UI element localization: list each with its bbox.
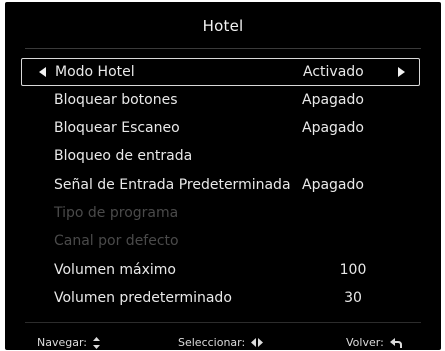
menu-item-label: Bloquear botones [54,92,178,108]
return-arrow-icon [389,337,402,348]
menu-item-program-type: Tipo de programa [21,199,420,227]
footer-divider [25,322,421,323]
menu-item-lock-scan[interactable]: Bloquear Escaneo Apagado [21,114,420,142]
menu-item-lock-buttons[interactable]: Bloquear botones Apagado [21,86,420,114]
footer-back-label: Volver: [346,336,384,349]
footer-hint-navigate: Navegar: [37,336,101,349]
menu-item-value: Apagado [302,177,364,193]
footer-hint-back: Volver: [346,336,402,349]
menu-item-value: 100 [339,262,367,278]
menu-item-label: Tipo de programa [54,205,179,221]
menu-item-value: Apagado [302,120,364,136]
hotel-settings-screen: Hotel Modo Hotel Activado Bloquear boton… [5,2,441,350]
up-down-arrows-icon [93,336,101,349]
menu-item-label: Volumen máximo [54,262,176,278]
menu-item-label: Canal por defecto [54,233,179,249]
menu-item-label: Señal de Entrada Predeterminada [54,177,291,193]
menu-item-hotel-mode[interactable]: Modo Hotel Activado [21,58,420,86]
menu-item-label: Bloqueo de entrada [54,148,193,164]
arrow-left-icon[interactable] [39,67,46,77]
title-divider [25,48,421,49]
menu-item-max-volume[interactable]: Volumen máximo 100 [21,256,420,284]
menu-item-label: Volumen predeterminado [54,290,232,306]
menu-item-input-lock[interactable]: Bloqueo de entrada [21,142,420,170]
page-title: Hotel [202,17,244,35]
menu-item-value: Apagado [302,92,364,108]
menu-item-value: 30 [344,290,362,306]
menu-item-label: Bloquear Escaneo [54,120,180,136]
menu-item-default-channel: Canal por defecto [21,227,420,255]
left-right-arrows-icon [251,338,264,347]
footer-navigate-label: Navegar: [37,336,88,349]
menu-item-value: Activado [303,64,364,80]
arrow-right-icon[interactable] [398,67,405,77]
menu-item-default-input-signal[interactable]: Señal de Entrada Predeterminada Apagado [21,171,420,199]
footer-hint-select: Seleccionar: [178,336,264,349]
menu-item-default-volume[interactable]: Volumen predeterminado 30 [21,284,420,312]
menu-item-label: Modo Hotel [55,64,135,80]
footer-select-label: Seleccionar: [178,336,246,349]
